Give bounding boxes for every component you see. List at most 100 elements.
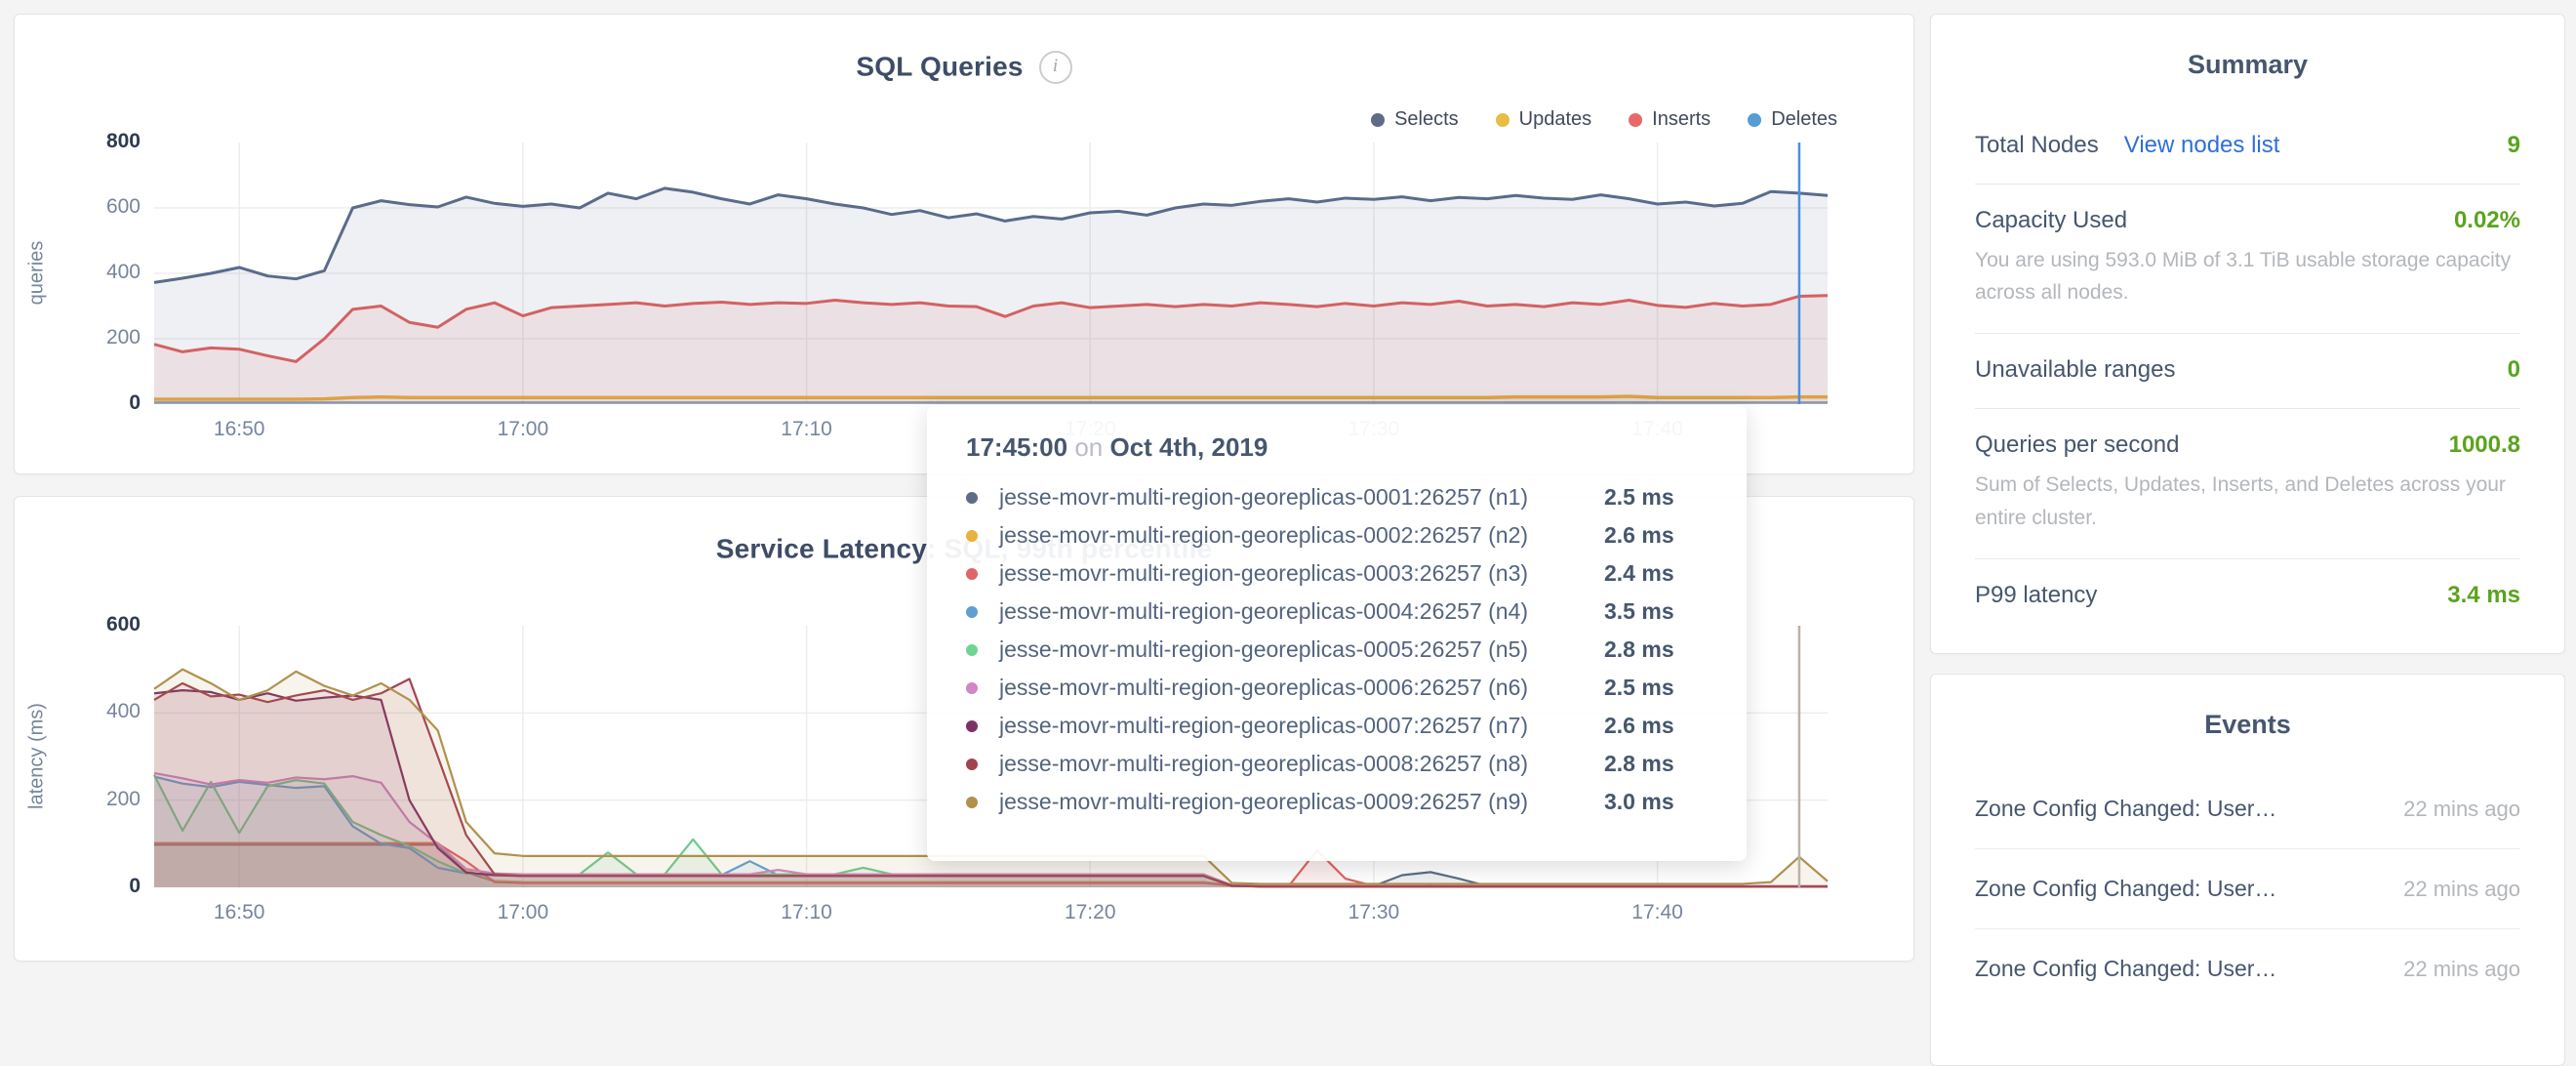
summary-label: Capacity Used	[1975, 207, 2127, 234]
sql-queries-plot[interactable]: 020040060080016:5017:0017:1017:2017:3017…	[154, 143, 1828, 404]
event-time: 22 mins ago	[2403, 957, 2520, 982]
view-nodes-list-link[interactable]: View nodes list	[2124, 132, 2280, 159]
event-text: Zone Config Changed: User…	[1975, 796, 2276, 822]
tooltip-on: on	[1074, 432, 1103, 462]
summary-label: P99 latency	[1975, 582, 2097, 609]
summary-caption: Sum of Selects, Updates, Inserts, and De…	[1975, 469, 2520, 533]
node-latency-value: 2.5 ms	[1604, 675, 1674, 701]
legend-dot	[1629, 113, 1642, 127]
y-axis-tick: 800	[62, 130, 141, 153]
node-latency-value: 2.4 ms	[1604, 560, 1674, 587]
event-text: Zone Config Changed: User…	[1975, 876, 2276, 902]
summary-value: 0	[2508, 356, 2520, 384]
events-list: Zone Config Changed: User…22 mins agoZon…	[1931, 769, 2564, 1008]
summary-value: 0.02%	[2454, 207, 2520, 234]
cluster-overview-page: { "colors": { "accent_green": "#5ba31d",…	[0, 0, 2576, 974]
y-axis-tick: 200	[62, 326, 141, 349]
chart-hover-tooltip: 17:45:00 on Oct 4th, 2019 jesse-movr-mul…	[927, 405, 1747, 861]
legend-item-updates[interactable]: Updates	[1496, 108, 1592, 131]
node-latency-value: 2.8 ms	[1604, 636, 1674, 663]
event-row[interactable]: Zone Config Changed: User… 22 mins ago	[1975, 849, 2520, 929]
node-color-dot	[966, 644, 978, 656]
node-color-dot	[966, 606, 978, 618]
node-latency-value: 2.6 ms	[1604, 713, 1674, 739]
legend-dot	[1496, 113, 1509, 127]
y-axis-tick: 600	[62, 613, 141, 636]
x-axis-tick: 16:50	[185, 901, 293, 924]
node-latency-value: 2.6 ms	[1604, 522, 1674, 549]
tooltip-node-row: jesse-movr-multi-region-georeplicas-0004…	[966, 593, 1747, 631]
sql-queries-title-row: SQL Queries i	[15, 50, 1913, 84]
summary-label: Unavailable ranges	[1975, 356, 2175, 384]
summary-rows: Total NodesView nodes list9Capacity Used…	[1931, 109, 2564, 634]
node-name: jesse-movr-multi-region-georeplicas-0009…	[999, 789, 1604, 815]
sql-queries-title: SQL Queries	[856, 52, 1023, 82]
y-axis-tick: 600	[62, 195, 141, 219]
legend-label: Inserts	[1652, 108, 1711, 131]
y-axis-tick: 400	[62, 700, 141, 723]
node-name: jesse-movr-multi-region-georeplicas-0002…	[999, 522, 1604, 549]
node-color-dot	[966, 682, 978, 694]
x-axis-tick: 17:10	[753, 418, 861, 441]
x-axis-tick: 16:50	[185, 418, 293, 441]
legend-label: Updates	[1519, 108, 1592, 131]
node-color-dot	[966, 720, 978, 732]
legend-label: Deletes	[1771, 108, 1837, 131]
summary-value: 9	[2508, 132, 2520, 159]
tooltip-node-row: jesse-movr-multi-region-georeplicas-0007…	[966, 707, 1747, 745]
event-text: Zone Config Changed: User…	[1975, 956, 2276, 982]
tooltip-time: 17:45:00	[966, 432, 1067, 462]
y-axis-tick: 0	[62, 875, 141, 898]
legend-item-deletes[interactable]: Deletes	[1748, 108, 1837, 131]
node-name: jesse-movr-multi-region-georeplicas-0006…	[999, 675, 1604, 701]
legend-dot	[1371, 113, 1385, 127]
event-time: 22 mins ago	[2403, 797, 2520, 822]
summary-row: Total NodesView nodes list9	[1975, 109, 2520, 184]
x-axis-tick: 17:10	[753, 901, 861, 924]
tooltip-node-row: jesse-movr-multi-region-georeplicas-0006…	[966, 669, 1747, 707]
node-color-dot	[966, 758, 978, 770]
legend-item-inserts[interactable]: Inserts	[1629, 108, 1711, 131]
node-color-dot	[966, 797, 978, 808]
tooltip-node-row: jesse-movr-multi-region-georeplicas-0009…	[966, 783, 1747, 821]
tooltip-node-list: jesse-movr-multi-region-georeplicas-0001…	[966, 478, 1747, 821]
info-icon[interactable]: i	[1039, 51, 1072, 84]
y-axis-label: latency (ms)	[26, 698, 49, 815]
tooltip-node-row: jesse-movr-multi-region-georeplicas-0008…	[966, 745, 1747, 783]
summary-row: Capacity Used 0.02% You are using 593.0 Mi…	[1975, 184, 2520, 334]
events-panel: Events Zone Config Changed: User… 22 mins…	[1930, 674, 2565, 1066]
legend-label: Selects	[1394, 108, 1459, 131]
event-time: 22 mins ago	[2403, 877, 2520, 902]
summary-value: 3.4 ms	[2447, 582, 2520, 609]
node-name: jesse-movr-multi-region-georeplicas-0005…	[999, 636, 1604, 663]
node-name: jesse-movr-multi-region-georeplicas-0004…	[999, 598, 1604, 625]
tooltip-node-row: jesse-movr-multi-region-georeplicas-0001…	[966, 478, 1747, 516]
node-color-dot	[966, 530, 978, 542]
node-latency-value: 2.5 ms	[1604, 484, 1674, 511]
summary-value: 1000.8	[2449, 431, 2520, 459]
tooltip-node-row: jesse-movr-multi-region-georeplicas-0005…	[966, 631, 1747, 669]
summary-row: Queries per second 1000.8 Sum of Selects, …	[1975, 409, 2520, 558]
y-axis-label: queries	[26, 215, 49, 332]
summary-panel: Summary Total NodesView nodes list9Capac…	[1930, 14, 2565, 654]
events-title: Events	[1931, 675, 2564, 740]
summary-label: Queries per second	[1975, 431, 2179, 459]
legend-item-selects[interactable]: Selects	[1371, 108, 1459, 131]
summary-title: Summary	[1931, 15, 2564, 80]
node-latency-value: 3.0 ms	[1604, 789, 1674, 815]
summary-caption: You are using 593.0 MiB of 3.1 TiB usabl…	[1975, 244, 2520, 308]
node-name: jesse-movr-multi-region-georeplicas-0007…	[999, 713, 1604, 739]
x-axis-tick: 17:00	[469, 901, 577, 924]
legend-dot	[1748, 113, 1761, 127]
x-axis-tick: 17:20	[1036, 901, 1144, 924]
tooltip-node-row: jesse-movr-multi-region-georeplicas-0002…	[966, 516, 1747, 554]
tooltip-date: Oct 4th, 2019	[1109, 432, 1268, 462]
series-area-selects	[154, 188, 1828, 404]
node-color-dot	[966, 568, 978, 580]
sql-queries-legend: Selects Updates Inserts Deletes	[1371, 108, 1837, 131]
event-row[interactable]: Zone Config Changed: User… 22 mins ago	[1975, 929, 2520, 1008]
node-latency-value: 2.8 ms	[1604, 751, 1674, 777]
x-axis-tick: 17:00	[469, 418, 577, 441]
event-row[interactable]: Zone Config Changed: User… 22 mins ago	[1975, 769, 2520, 849]
node-latency-value: 3.5 ms	[1604, 598, 1674, 625]
